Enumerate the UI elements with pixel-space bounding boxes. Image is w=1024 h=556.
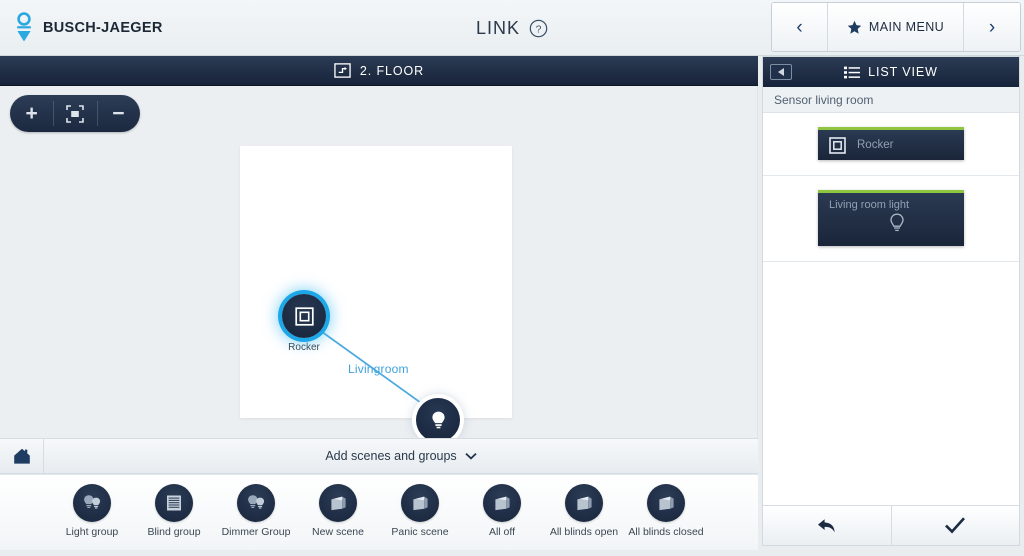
link-label: Livingroom [348,362,409,376]
tray-item-panic-scene[interactable]: Panic scene [383,484,457,538]
blind-group-icon [167,495,181,511]
minus-icon: − [112,102,125,125]
device-card-label: Living room light [829,199,910,211]
nav-prev-button[interactable]: ‹ [772,3,828,51]
light-bulb-outline-icon [889,213,904,232]
scene-icon [330,496,346,511]
page-title: LINK [475,17,521,38]
home-icon [13,448,30,464]
tray-item-light-group[interactable]: Light group [55,484,129,538]
device-card-rocker[interactable]: Rocker [818,127,964,160]
add-bar: Add scenes and groups [0,438,758,474]
collapse-panel-button[interactable] [770,64,792,80]
scene-tray: Light group Blind group Dimmer Group New… [0,474,758,550]
svg-text:?: ? [536,24,542,35]
chevron-right-icon: › [988,16,996,38]
tray-icon-circle [155,484,193,522]
dimmer-group-icon [248,495,265,509]
tray-label: New scene [312,526,364,538]
right-panel-title: LIST VIEW [868,65,938,79]
device-card-label: Rocker [857,139,894,151]
right-panel: LIST VIEW Sensor living room Rocker Livi… [762,56,1020,546]
tray-icon-circle [237,484,275,522]
zoom-controls: + − [10,95,140,132]
add-scenes-and-groups-button[interactable]: Add scenes and groups [44,449,758,463]
nav-next-button[interactable]: › [964,3,1020,51]
node-circle [416,398,461,442]
scene-icon [576,496,592,511]
node-circle [282,294,326,338]
device-card-icon-holder [829,212,964,236]
chevron-left-icon: ‹ [796,16,803,38]
tray-icon-circle [647,484,685,522]
tray-label: Panic scene [391,526,449,538]
checkmark-icon [945,517,966,534]
help-circle-icon[interactable]: ? [529,19,548,38]
tray-icon-circle [73,484,111,522]
tray-label: Light group [65,526,119,538]
star-icon [847,20,862,34]
confirm-button[interactable] [891,506,1019,545]
floor-bar[interactable]: 2. FLOOR [0,56,758,86]
plus-icon: + [25,102,38,125]
floor-label: 2. FLOOR [359,63,425,78]
tray-item-new-scene[interactable]: New scene [301,484,375,538]
scene-icon [412,496,428,511]
canvas-node-rocker[interactable]: Rocker [282,294,326,353]
device-card-living-room-light[interactable]: Living room light [818,190,964,246]
fit-to-screen-button[interactable] [53,95,96,132]
tray-icon-circle [319,484,357,522]
right-panel-title-wrap: LIST VIEW [763,65,1019,79]
tray-icon-circle [483,484,521,522]
chevron-down-icon [465,452,477,460]
collapse-left-icon [778,68,784,76]
scene-icon [658,496,674,511]
device-group-header: Sensor living room [763,87,1019,113]
tray-item-all-off[interactable]: All off [465,484,539,538]
tray-label: All blinds closed [628,526,704,538]
app-root: BUSCH-JAEGER LINK ? ‹ MAIN MENU › 2. FLO… [0,0,1024,556]
main-menu-label: MAIN MENU [868,20,945,34]
brand-logo: BUSCH-JAEGER [14,12,163,44]
scene-icon [494,496,510,511]
floorplan-canvas[interactable]: + − Livingroom Rocker [0,86,758,457]
right-panel-footer [763,505,1019,545]
top-bar: BUSCH-JAEGER LINK ? ‹ MAIN MENU › [0,0,1024,56]
tray-item-all-blinds-closed[interactable]: All blinds closed [628,484,704,538]
tray-label: Dimmer Group [221,526,291,538]
device-card-row: Living room light [763,176,1019,262]
floorplan-icon [334,63,351,78]
zoom-out-button[interactable]: − [96,95,140,132]
tray-item-all-blinds-open[interactable]: All blinds open [547,484,621,538]
fit-to-screen-icon [66,104,84,123]
rocker-switch-icon [829,136,846,154]
zoom-in-button[interactable]: + [10,95,53,132]
tray-icon-circle [565,484,603,522]
light-bulb-icon [432,411,445,428]
back-arrow-icon [817,518,835,532]
right-panel-header: LIST VIEW [763,57,1019,87]
list-icon [844,66,861,78]
tray-item-dimmer-group[interactable]: Dimmer Group [219,484,293,538]
home-button[interactable] [0,439,44,473]
main-menu-button[interactable]: MAIN MENU [828,3,964,51]
device-card-row: Rocker [763,113,1019,176]
node-label: Rocker [288,342,320,353]
top-nav-group: ‹ MAIN MENU › [771,2,1021,52]
floorplan-sheet[interactable] [240,146,512,418]
back-button[interactable] [763,506,892,545]
tray-label: All blinds open [549,526,619,538]
device-group-label: Sensor living room [774,92,874,107]
tray-item-blind-group[interactable]: Blind group [137,484,211,538]
rocker-switch-icon [294,306,314,326]
brand-name: BUSCH-JAEGER [43,20,163,36]
tray-icon-circle [401,484,439,522]
light-group-icon [84,495,101,509]
tray-label: Blind group [147,526,201,538]
tray-label: All off [488,526,516,538]
add-scenes-label: Add scenes and groups [325,449,457,463]
busch-jaeger-logo-icon [17,12,31,42]
